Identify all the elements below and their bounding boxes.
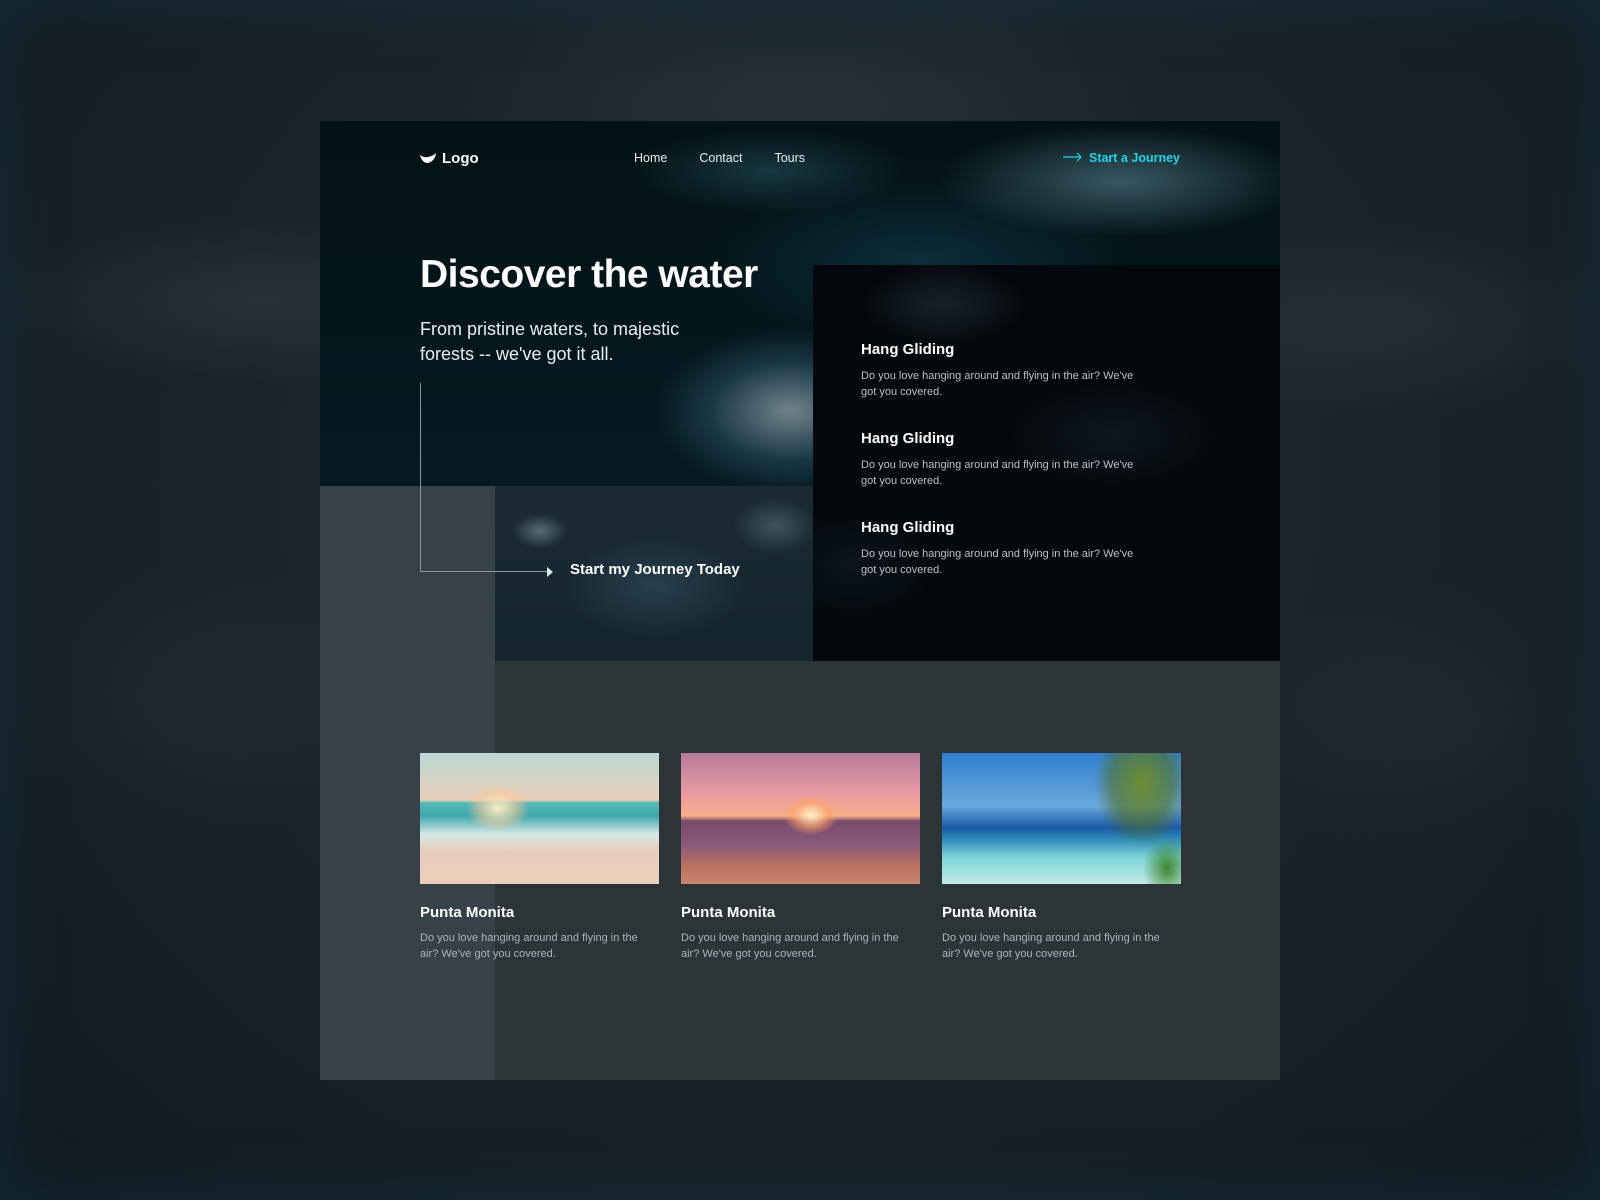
start-journey-label: Start a Journey (1088, 151, 1180, 165)
journey-connector-line (420, 383, 550, 572)
feature-item: Hang Gliding Do you love hanging around … (861, 341, 1151, 400)
feature-description: Do you love hanging around and flying in… (861, 548, 1134, 576)
feature-item: Hang Gliding Do you love hanging around … (861, 519, 1151, 578)
nav-link-home[interactable]: Home (634, 151, 667, 165)
feature-description: Do you love hanging around and flying in… (861, 370, 1134, 398)
arrow-right-icon (1062, 151, 1083, 165)
destination-cards: Punta Monita Do you love hanging around … (420, 753, 1181, 962)
landing-page: Logo Home Contact Tours Start a Journey … (320, 121, 1280, 1080)
nav-link-tours[interactable]: Tours (774, 151, 805, 165)
hero-subtitle: From pristine waters, to majestic forest… (420, 319, 680, 364)
card-description: Do you love hanging around and flying in… (681, 932, 899, 960)
arrow-head-icon (547, 567, 553, 577)
destination-card[interactable]: Punta Monita Do you love hanging around … (942, 753, 1181, 962)
hero-title: Discover the water (420, 253, 758, 296)
top-nav: Logo Home Contact Tours Start a Journey (420, 143, 1180, 173)
beach-sunset-image (681, 753, 920, 884)
feature-item: Hang Gliding Do you love hanging around … (861, 430, 1151, 489)
palm-beach-image (942, 753, 1181, 884)
features-list: Hang Gliding Do you love hanging around … (861, 341, 1151, 608)
feature-title: Hang Gliding (861, 430, 955, 447)
start-journey-link[interactable]: Start a Journey (1062, 151, 1180, 165)
logo[interactable]: Logo (420, 150, 479, 167)
nav-links: Home Contact Tours (634, 151, 805, 165)
nav-link-contact[interactable]: Contact (699, 151, 742, 165)
destination-card[interactable]: Punta Monita Do you love hanging around … (420, 753, 659, 962)
beach-sunrise-image (420, 753, 659, 884)
card-description: Do you love hanging around and flying in… (942, 932, 1160, 960)
card-title: Punta Monita (681, 904, 776, 921)
leaf-logo-icon (420, 152, 436, 164)
destination-card[interactable]: Punta Monita Do you love hanging around … (681, 753, 920, 962)
logo-text: Logo (442, 149, 479, 167)
feature-title: Hang Gliding (861, 519, 955, 536)
card-title: Punta Monita (420, 904, 515, 921)
start-my-journey-button[interactable]: Start my Journey Today (570, 561, 740, 578)
card-description: Do you love hanging around and flying in… (420, 932, 638, 960)
feature-title: Hang Gliding (861, 341, 955, 358)
card-title: Punta Monita (942, 904, 1037, 921)
feature-description: Do you love hanging around and flying in… (861, 459, 1134, 487)
